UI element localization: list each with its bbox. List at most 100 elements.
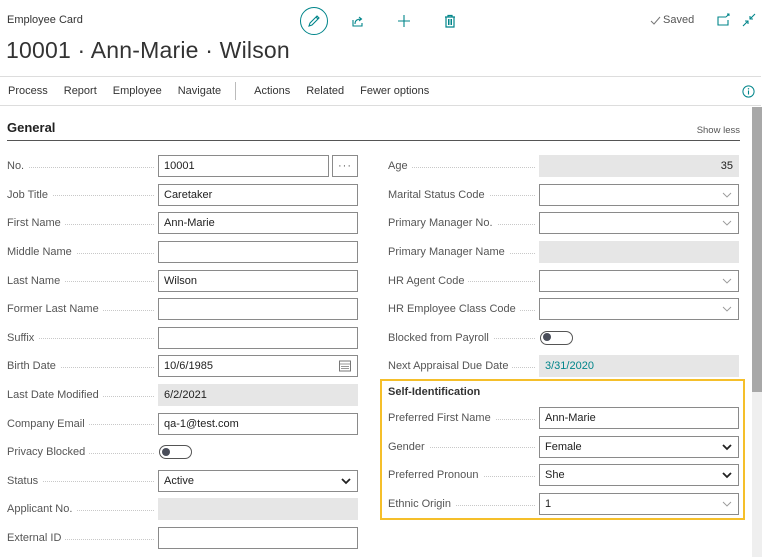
field-row-middle-name: Middle Name xyxy=(7,238,358,267)
check-icon xyxy=(650,16,661,25)
page-scrollbar[interactable] xyxy=(752,107,762,557)
field-label: No. xyxy=(7,160,29,173)
field-label: Birth Date xyxy=(7,360,60,373)
field-label: Next Appraisal Due Date xyxy=(388,360,513,373)
field-label: Primary Manager No. xyxy=(388,217,497,230)
field-row-primary-manager-no: Primary Manager No. xyxy=(388,209,739,238)
blocked-from-payroll-toggle[interactable] xyxy=(540,330,573,345)
field-row-external-id: External ID xyxy=(7,524,358,553)
saved-status: Saved xyxy=(650,14,694,26)
field-label: Preferred First Name xyxy=(388,412,495,425)
scrollbar-thumb[interactable] xyxy=(752,107,762,392)
field-label: Middle Name xyxy=(7,246,76,259)
field-label: Ethnic Origin xyxy=(388,498,455,511)
chevron-down-icon[interactable] xyxy=(722,219,732,227)
first-name-input[interactable]: Ann-Marie xyxy=(158,212,358,235)
page-caption: Employee Card xyxy=(7,14,83,26)
chevron-down-icon xyxy=(341,478,351,485)
info-button[interactable] xyxy=(742,85,755,98)
new-button[interactable] xyxy=(396,13,412,29)
ethnic-origin-lookup[interactable]: 1 xyxy=(539,493,739,516)
delete-icon xyxy=(445,14,455,28)
chevron-down-icon[interactable] xyxy=(722,305,732,313)
action-actions[interactable]: Actions xyxy=(246,85,298,97)
collapse-button[interactable] xyxy=(742,13,756,27)
add-icon xyxy=(398,15,410,27)
last-name-input[interactable]: Wilson xyxy=(158,269,358,292)
marital-status-code-lookup[interactable] xyxy=(539,183,739,206)
show-less-link[interactable]: Show less xyxy=(697,125,740,136)
action-navigate[interactable]: Navigate xyxy=(170,85,229,97)
field-row-birth-date: Birth Date 10/6/1985 xyxy=(7,352,358,381)
age-value: 35 xyxy=(539,155,739,178)
primary-manager-name-value xyxy=(539,241,739,264)
middle-name-input[interactable] xyxy=(158,241,358,264)
external-id-input[interactable] xyxy=(158,527,358,550)
company-email-input[interactable]: qa-1@test.com xyxy=(158,412,358,435)
field-label: HR Employee Class Code xyxy=(388,303,520,316)
privacy-blocked-toggle[interactable] xyxy=(159,445,192,460)
action-report[interactable]: Report xyxy=(56,85,105,97)
job-title-input[interactable]: Caretaker xyxy=(158,183,358,206)
field-label: Applicant No. xyxy=(7,503,77,516)
field-row-last-name: Last Name Wilson xyxy=(7,266,358,295)
open-new-window-icon xyxy=(717,13,730,26)
field-label: Privacy Blocked xyxy=(7,446,90,459)
chevron-down-icon[interactable] xyxy=(722,500,732,508)
action-related[interactable]: Related xyxy=(298,85,352,97)
general-section-header: General Show less xyxy=(7,119,740,141)
field-label: External ID xyxy=(7,532,66,545)
ethnic-origin-value: 1 xyxy=(545,498,552,511)
field-label: Age xyxy=(388,160,412,173)
field-row-former-last-name: Former Last Name xyxy=(7,295,358,324)
share-icon xyxy=(352,16,363,27)
field-row-age: Age 35 xyxy=(388,152,739,181)
suffix-input[interactable] xyxy=(158,326,358,349)
status-select[interactable]: Active xyxy=(158,469,358,492)
field-row-suffix: Suffix xyxy=(7,324,358,353)
action-fewer-options[interactable]: Fewer options xyxy=(352,85,437,97)
hr-employee-class-code-lookup[interactable] xyxy=(539,298,739,321)
assist-edit-button[interactable]: ··· xyxy=(332,155,358,178)
field-row-blocked-from-payroll: Blocked from Payroll xyxy=(388,324,739,353)
chevron-down-icon[interactable] xyxy=(722,191,732,199)
delete-button[interactable] xyxy=(442,13,458,29)
action-employee[interactable]: Employee xyxy=(105,85,170,97)
record-toolbar xyxy=(300,7,458,35)
share-button[interactable] xyxy=(350,13,366,29)
former-last-name-input[interactable] xyxy=(158,298,358,321)
left-field-column: No. 10001 ··· Job Title Caretaker First … xyxy=(7,152,358,552)
field-row-first-name: First Name Ann-Marie xyxy=(7,209,358,238)
gender-value: Female xyxy=(545,440,582,453)
gender-select[interactable]: Female xyxy=(539,435,739,458)
edit-button[interactable] xyxy=(300,7,328,35)
field-label: Job Title xyxy=(7,188,52,201)
hr-agent-code-lookup[interactable] xyxy=(539,269,739,292)
info-icon xyxy=(742,85,755,98)
field-label: Company Email xyxy=(7,417,89,430)
no-input[interactable]: 10001 xyxy=(158,155,329,178)
field-label: Gender xyxy=(388,440,429,453)
status-value: Active xyxy=(164,474,194,487)
edit-icon xyxy=(308,15,320,27)
field-row-hr-agent-code: HR Agent Code xyxy=(388,266,739,295)
preferred-first-name-input[interactable]: Ann-Marie xyxy=(539,407,739,430)
field-label: Last Date Modified xyxy=(7,389,103,402)
field-row-primary-manager-name: Primary Manager Name xyxy=(388,238,739,267)
chevron-down-icon[interactable] xyxy=(722,277,732,285)
calendar-icon[interactable] xyxy=(339,360,351,372)
primary-manager-no-lookup[interactable] xyxy=(539,212,739,235)
action-process[interactable]: Process xyxy=(0,85,56,97)
page-title: 10001 · Ann-Marie · Wilson xyxy=(6,37,290,63)
field-row-gender: Gender Female xyxy=(388,433,739,462)
field-label: Status xyxy=(7,474,43,487)
preferred-pronoun-select[interactable]: She xyxy=(539,464,739,487)
next-appraisal-due-date-link[interactable]: 3/31/2020 xyxy=(539,355,739,378)
chevron-down-icon xyxy=(722,472,732,479)
birth-date-input[interactable]: 10/6/1985 xyxy=(158,355,358,378)
open-new-window-button[interactable] xyxy=(717,13,731,27)
saved-text: Saved xyxy=(663,14,695,26)
field-row-preferred-first-name: Preferred First Name Ann-Marie xyxy=(388,404,739,433)
field-label: Marital Status Code xyxy=(388,188,489,201)
field-row-last-date-modified: Last Date Modified 6/2/2021 xyxy=(7,381,358,410)
